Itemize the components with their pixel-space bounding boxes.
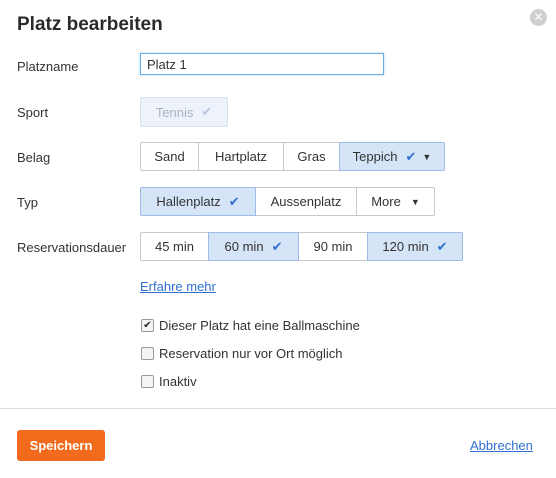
sport-value: Tennis xyxy=(155,104,194,120)
ball-machine-checkbox-row[interactable]: ✔ Dieser Platz hat eine Ballmaschine xyxy=(141,318,360,333)
duration-button-group: 45 min 60 min ✔ 90 min 120 min ✔ xyxy=(140,232,463,261)
footer-divider xyxy=(0,408,556,409)
check-icon: ✔ xyxy=(405,148,417,164)
type-hallenplatz-label: Hallenplatz xyxy=(156,194,221,209)
check-icon: ✔ xyxy=(271,238,283,254)
save-button[interactable]: Speichern xyxy=(17,430,105,461)
edit-court-dialog: Platz bearbeiten ✕ Platzname Sport Tenni… xyxy=(0,0,556,478)
duration-120-label: 120 min xyxy=(382,239,429,254)
onsite-only-checkbox-row[interactable]: Reservation nur vor Ort möglich xyxy=(141,346,343,361)
duration-45-button[interactable]: 45 min xyxy=(140,232,209,261)
caret-down-icon: ▼ xyxy=(410,196,420,207)
duration-label: Reservationsdauer xyxy=(17,240,127,255)
caret-down-icon: ▼ xyxy=(422,151,432,162)
dialog-title: Platz bearbeiten xyxy=(17,14,163,35)
learn-more-link[interactable]: Erfahre mehr xyxy=(140,279,216,294)
cancel-link[interactable]: Abbrechen xyxy=(470,438,533,453)
surface-gras-button[interactable]: Gras xyxy=(283,142,340,171)
duration-45-label: 45 min xyxy=(154,239,195,254)
ball-machine-label: Dieser Platz hat eine Ballmaschine xyxy=(159,318,360,333)
type-aussenplatz-button[interactable]: Aussenplatz xyxy=(255,187,357,216)
onsite-only-checkbox[interactable] xyxy=(141,347,154,360)
sport-label: Sport xyxy=(17,105,49,120)
onsite-only-label: Reservation nur vor Ort möglich xyxy=(159,346,343,361)
duration-60-button[interactable]: 60 min ✔ xyxy=(208,232,299,261)
duration-90-label: 90 min xyxy=(313,239,353,254)
surface-teppich-button[interactable]: Teppich ✔ ▼ xyxy=(339,142,445,171)
inactive-label: Inaktiv xyxy=(159,374,197,389)
surface-sand-label: Sand xyxy=(154,149,185,164)
type-more-dropdown[interactable]: More ▼ xyxy=(356,187,435,216)
check-icon: ✔ xyxy=(201,104,213,119)
duration-120-button[interactable]: 120 min ✔ xyxy=(367,232,463,261)
type-more-label: More xyxy=(371,194,401,209)
type-label: Typ xyxy=(17,195,38,210)
duration-60-label: 60 min xyxy=(224,239,264,254)
type-aussenplatz-label: Aussenplatz xyxy=(270,194,342,209)
type-hallenplatz-button[interactable]: Hallenplatz ✔ xyxy=(140,187,256,216)
surface-hartplatz-button[interactable]: Hartplatz xyxy=(198,142,284,171)
duration-90-button[interactable]: 90 min xyxy=(298,232,368,261)
type-button-group: Hallenplatz ✔ Aussenplatz More ▼ xyxy=(140,187,435,216)
surface-sand-button[interactable]: Sand xyxy=(140,142,199,171)
surface-button-group: Sand Hartplatz Gras Teppich ✔ ▼ xyxy=(140,142,445,171)
inactive-checkbox-row[interactable]: Inaktiv xyxy=(141,374,197,389)
check-icon: ✔ xyxy=(436,238,448,254)
surface-teppich-label: Teppich xyxy=(352,149,398,164)
check-icon: ✔ xyxy=(228,193,240,209)
court-name-label: Platzname xyxy=(17,59,79,74)
close-icon[interactable]: ✕ xyxy=(530,9,547,26)
sport-tennis-button: Tennis ✔ xyxy=(140,97,228,127)
surface-gras-label: Gras xyxy=(297,149,326,164)
surface-label: Belag xyxy=(17,150,51,165)
court-name-input[interactable] xyxy=(140,53,384,75)
surface-hartplatz-label: Hartplatz xyxy=(214,149,268,164)
ball-machine-checkbox[interactable]: ✔ xyxy=(141,319,154,332)
inactive-checkbox[interactable] xyxy=(141,375,154,388)
